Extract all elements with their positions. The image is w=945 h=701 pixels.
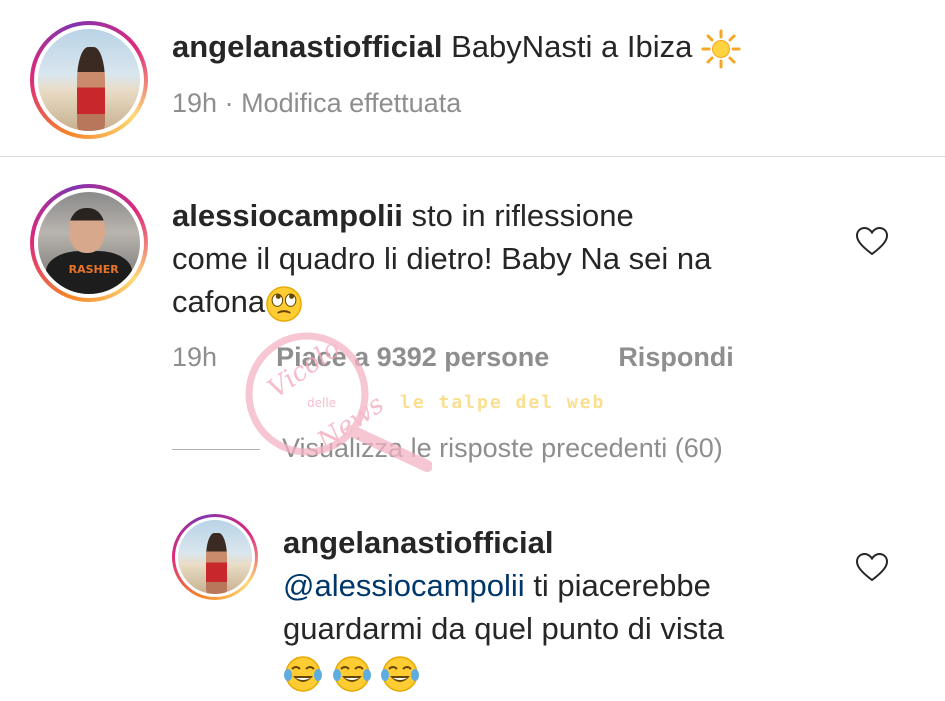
post-time: 19h bbox=[172, 88, 218, 118]
replies-divider-line bbox=[172, 449, 260, 450]
joy-emoji-icon bbox=[381, 656, 420, 692]
comment-meta: 19h Piace a 9392 persone Rispondi bbox=[172, 342, 734, 373]
comment-likes-link[interactable]: Piace a 9392 persone bbox=[276, 342, 549, 372]
reply-emojis bbox=[283, 650, 843, 694]
reply-mention-link[interactable]: @alessiocampolii bbox=[283, 568, 525, 603]
rolling-eyes-emoji-icon bbox=[266, 286, 302, 322]
divider bbox=[0, 156, 945, 157]
watermark-tagline: le talpe del web bbox=[400, 392, 606, 413]
comment-username[interactable]: alessiocampolii bbox=[172, 198, 403, 233]
comment-like-heart-icon[interactable] bbox=[855, 226, 889, 256]
reply-text-line2: guardarmi da quel punto di vista bbox=[283, 611, 725, 646]
post-username[interactable]: angelanastiofficial bbox=[172, 29, 442, 64]
comment-body: alessiocampolii sto in riflessione come … bbox=[172, 194, 832, 323]
reply-like-heart-icon[interactable] bbox=[855, 552, 889, 582]
watermark-line2: delle bbox=[307, 396, 337, 410]
comment-text-line2: come il quadro li dietro! Baby Na sei na bbox=[172, 241, 712, 276]
reply-text-line1: ti piacerebbe bbox=[533, 568, 711, 603]
post-avatar-ring[interactable] bbox=[30, 21, 148, 139]
post-caption-text: BabyNasti a Ibiza bbox=[451, 29, 693, 64]
joy-emoji-icon bbox=[332, 656, 371, 692]
comment-reply-button[interactable]: Rispondi bbox=[618, 342, 734, 372]
post-meta: 19h · Modifica effettuata bbox=[172, 88, 461, 119]
post-avatar bbox=[38, 29, 140, 131]
post-caption: angelanastiofficial BabyNasti a Ibiza bbox=[172, 25, 741, 69]
comment-avatar: RASHER bbox=[38, 192, 140, 294]
post-edited: · Modifica effettuata bbox=[224, 88, 462, 118]
reply-avatar-ring[interactable] bbox=[172, 514, 258, 600]
reply-avatar bbox=[178, 520, 252, 594]
comment-time: 19h bbox=[172, 342, 218, 372]
joy-emoji-icon bbox=[284, 656, 322, 692]
comment-avatar-ring[interactable]: RASHER bbox=[30, 184, 148, 302]
comment-text-line1: sto in riflessione bbox=[411, 198, 634, 233]
view-replies-link[interactable]: Visualizza le risposte precedenti (60) bbox=[282, 433, 723, 464]
reply-body: angelanastiofficial @alessiocampolii ti … bbox=[283, 521, 843, 694]
comment-text-line3: cafona bbox=[172, 284, 266, 319]
sun-emoji-icon bbox=[701, 29, 741, 69]
reply-username[interactable]: angelanastiofficial bbox=[283, 521, 843, 564]
